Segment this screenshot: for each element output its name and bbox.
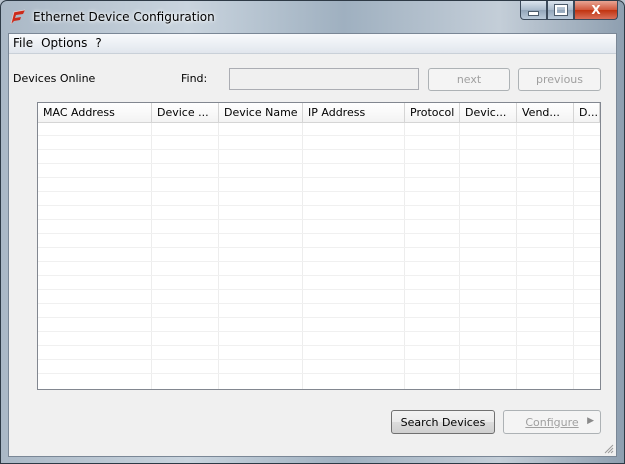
column-header-protocol[interactable]: Protocol xyxy=(405,103,460,123)
caption-buttons: X xyxy=(520,1,618,21)
application-window: Ethernet Device Configuration X File Opt… xyxy=(0,0,625,464)
table-header: MAC Address Device ... Device Name IP Ad… xyxy=(38,103,600,123)
next-button[interactable]: next xyxy=(428,68,510,91)
window-title: Ethernet Device Configuration xyxy=(33,10,215,24)
row-divider xyxy=(38,205,600,206)
row-divider xyxy=(38,135,600,136)
row-divider xyxy=(38,331,600,332)
resize-grip-icon[interactable] xyxy=(604,444,614,454)
row-divider xyxy=(38,233,600,234)
search-devices-button[interactable]: Search Devices xyxy=(391,410,495,434)
menu-help[interactable]: ? xyxy=(91,34,105,53)
row-divider xyxy=(38,303,600,304)
row-divider xyxy=(38,289,600,290)
menu-bar: File Options ? xyxy=(9,34,616,54)
configure-label: Configure xyxy=(525,415,579,429)
minimize-icon xyxy=(528,10,539,16)
row-divider xyxy=(38,317,600,318)
minimize-button[interactable] xyxy=(520,1,547,20)
column-header-vendor[interactable]: Vend... xyxy=(517,103,574,123)
menu-file[interactable]: File xyxy=(9,34,37,53)
find-input[interactable] xyxy=(229,68,419,90)
previous-button[interactable]: previous xyxy=(518,68,601,91)
row-divider xyxy=(38,261,600,262)
row-divider xyxy=(38,219,600,220)
column-header-device-type[interactable]: Device ... xyxy=(152,103,219,123)
column-header-device-name[interactable]: Device Name xyxy=(219,103,303,123)
maximize-button[interactable] xyxy=(547,1,574,20)
row-divider xyxy=(38,177,600,178)
title-bar[interactable]: Ethernet Device Configuration X xyxy=(1,1,624,33)
app-icon xyxy=(10,9,26,25)
row-divider xyxy=(38,359,600,360)
row-divider xyxy=(38,163,600,164)
maximize-icon xyxy=(553,4,568,16)
column-header-device-id[interactable]: Devic... xyxy=(460,103,517,123)
find-label: Find: xyxy=(181,72,208,85)
column-header-d[interactable]: D... xyxy=(574,103,600,123)
row-divider xyxy=(38,247,600,248)
chevron-right-icon: ▶ xyxy=(587,416,594,426)
row-divider xyxy=(38,149,600,150)
row-divider xyxy=(38,373,600,374)
column-header-mac-address[interactable]: MAC Address xyxy=(38,103,152,123)
devices-table[interactable]: MAC Address Device ... Device Name IP Ad… xyxy=(37,102,601,390)
table-body xyxy=(38,123,600,389)
column-header-ip-address[interactable]: IP Address xyxy=(303,103,405,123)
configure-button[interactable]: Configure ▶ xyxy=(503,410,601,434)
row-divider xyxy=(38,275,600,276)
close-button[interactable]: X xyxy=(574,1,618,20)
row-divider xyxy=(38,345,600,346)
client-area: File Options ? Devices Online Find: next… xyxy=(8,33,617,457)
row-divider xyxy=(38,191,600,192)
close-icon: X xyxy=(591,3,601,17)
menu-options[interactable]: Options xyxy=(37,34,91,53)
devices-online-label: Devices Online xyxy=(13,72,96,85)
